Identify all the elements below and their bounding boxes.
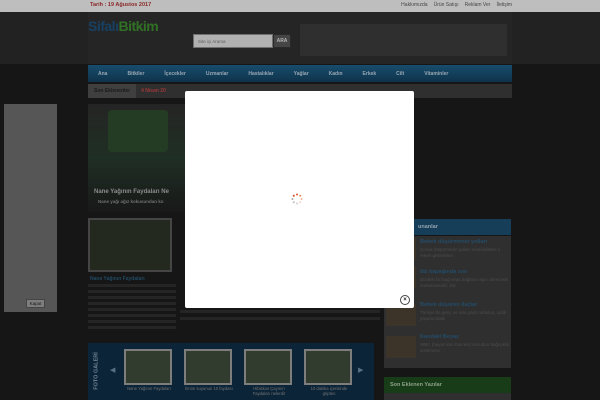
modal-close-icon[interactable]: × xyxy=(400,295,410,305)
loading-spinner-icon xyxy=(291,193,303,205)
